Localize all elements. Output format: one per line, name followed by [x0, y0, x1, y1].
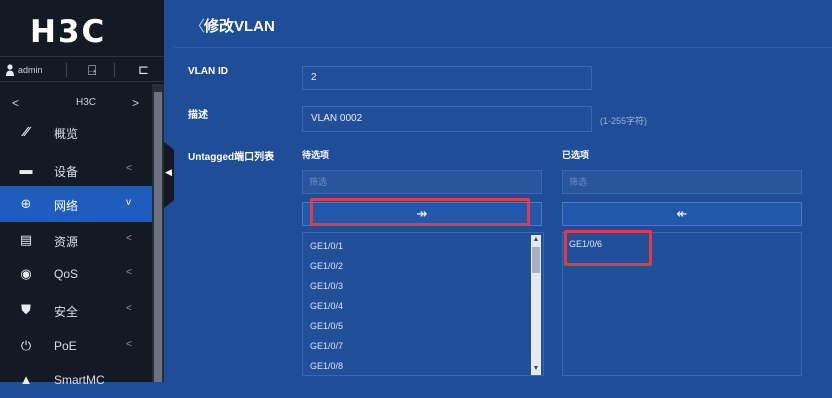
menu-item-security[interactable]: ⛊ 安全 <: [0, 292, 152, 328]
qos-icon: ◉: [20, 266, 32, 281]
list-scrollbar-thumb[interactable]: [532, 247, 540, 273]
logout-icon[interactable]: ⊏: [138, 62, 149, 78]
shield-icon: ⛊: [21, 302, 31, 317]
menu-item-label: 资源: [54, 235, 79, 249]
menu-item-qos[interactable]: ◉ QoS <: [0, 256, 152, 292]
annotation-highlight: [564, 230, 652, 266]
user-icon: [6, 64, 14, 76]
main-panel: 〈 修改VLAN VLAN ID 2 描述 VLAN 0002 (1-255字符…: [174, 0, 832, 382]
menu-item-device[interactable]: ▬ 设备 <: [0, 152, 152, 188]
scroll-down-icon[interactable]: ▼: [532, 365, 540, 372]
annotation-highlight: [310, 198, 530, 226]
chevron-left-icon: <: [126, 303, 132, 314]
candidates-list: GE1/0/1 GE1/0/2 GE1/0/3 GE1/0/4 GE1/0/5 …: [302, 232, 544, 376]
menu-item-network[interactable]: ⊕ 网络 v: [0, 186, 152, 222]
vlan-id-field[interactable]: 2: [302, 66, 592, 90]
menu-item-label: SmartMC: [54, 373, 105, 387]
list-item[interactable]: GE1/0/3: [310, 281, 343, 291]
save-icon[interactable]: ⍈: [88, 62, 96, 79]
device-icon: ▬: [19, 162, 33, 177]
chevron-left-icon: <: [126, 339, 132, 350]
description-hint: (1-255字符): [600, 116, 648, 126]
prev-device-button[interactable]: <: [12, 96, 19, 110]
menu-item-label: PoE: [54, 339, 77, 353]
sidebar: H3C admin ⍈ ⊏ < H3C > ⁄⁄ 概览 ▬ 设备 < ⊕ 网络 …: [0, 0, 164, 387]
chevron-left-icon: <: [126, 233, 132, 244]
sidebar-collapse-button[interactable]: ◀: [164, 142, 174, 208]
menu-item-overview[interactable]: ⁄⁄ 概览: [0, 114, 152, 150]
database-icon: ▤: [19, 232, 33, 247]
smartmc-icon: ▲: [19, 372, 33, 387]
scroll-up-icon[interactable]: ▲: [532, 236, 540, 243]
list-item[interactable]: GE1/0/2: [310, 261, 343, 271]
selected-filter-input[interactable]: 筛选: [562, 170, 802, 194]
back-icon[interactable]: 〈: [190, 15, 205, 36]
vlan-id-label: VLAN ID: [188, 66, 228, 77]
sidebar-scrollbar-thumb[interactable]: [154, 92, 162, 382]
menu-item-label: 设备: [54, 165, 79, 179]
divider: [114, 63, 115, 77]
page-title: 修改VLAN: [204, 18, 275, 35]
menu-item-label: 概览: [54, 127, 79, 141]
list-item[interactable]: GE1/0/8: [310, 361, 343, 371]
menu-item-resource[interactable]: ▤ 资源 <: [0, 222, 152, 258]
divider: [66, 63, 67, 77]
page-header: 〈 修改VLAN: [174, 0, 832, 48]
chevron-left-icon: <: [126, 163, 132, 174]
username: admin: [18, 65, 43, 75]
menu-item-label: QoS: [54, 267, 79, 281]
user-bar: admin ⍈ ⊏: [0, 56, 164, 82]
chevron-down-icon: v: [126, 197, 131, 208]
list-item[interactable]: GE1/0/7: [310, 341, 343, 351]
candidates-title: 待选项: [302, 150, 330, 160]
menu-item-label: 网络: [54, 199, 79, 213]
power-icon: ⏻: [20, 338, 32, 353]
caret-left-icon: ◀: [165, 167, 172, 177]
h3c-logo: H3C: [30, 14, 107, 50]
description-field[interactable]: VLAN 0002: [302, 106, 592, 132]
device-switcher: < H3C >: [0, 95, 152, 113]
selected-title: 已选项: [562, 150, 590, 160]
menu-item-poe[interactable]: ⏻ PoE <: [0, 328, 152, 364]
list-item[interactable]: GE1/0/1: [310, 241, 343, 251]
globe-icon: ⊕: [20, 196, 32, 211]
untagged-ports-label: Untagged端口列表: [188, 152, 275, 163]
menu-item-smartmc[interactable]: ▲ SmartMC: [0, 362, 152, 398]
menu-item-label: 安全: [54, 305, 79, 319]
next-device-button[interactable]: >: [132, 96, 139, 110]
remove-from-selected-button[interactable]: ↞: [562, 202, 802, 226]
device-name: H3C: [76, 97, 97, 108]
list-item[interactable]: GE1/0/4: [310, 301, 343, 311]
speedometer-icon: ⁄⁄: [23, 124, 29, 139]
chevron-left-icon: <: [126, 267, 132, 278]
description-label: 描述: [188, 110, 208, 121]
candidates-filter-input[interactable]: 筛选: [302, 170, 542, 194]
list-item[interactable]: GE1/0/5: [310, 321, 343, 331]
